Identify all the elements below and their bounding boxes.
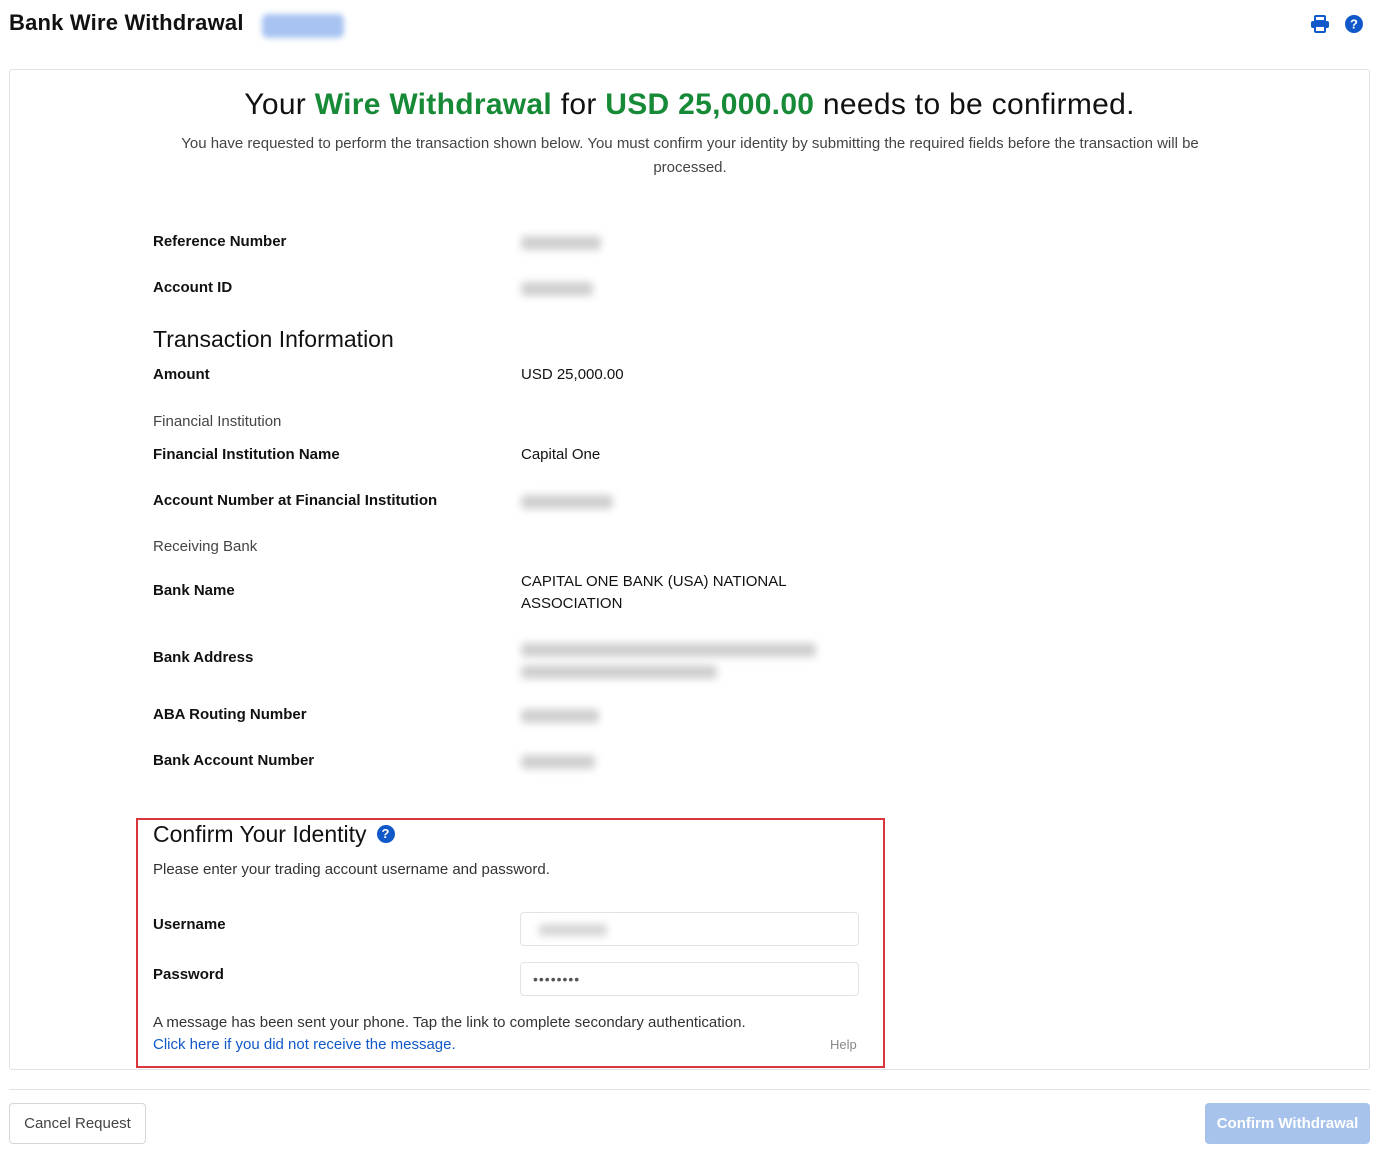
bank-address-value-line1 xyxy=(521,643,816,657)
withdrawal-amount: USD 25,000.00 xyxy=(605,88,815,121)
aba-routing-label: ABA Routing Number xyxy=(153,706,307,723)
transaction-info-title: Transaction Information xyxy=(153,326,394,352)
fi-account-value xyxy=(521,495,613,509)
question-circle-icon[interactable]: ? xyxy=(1343,13,1365,35)
password-label: Password xyxy=(153,966,224,983)
reference-number-label: Reference Number xyxy=(153,233,287,250)
bank-address-label: Bank Address xyxy=(153,649,254,666)
status-badge xyxy=(262,14,344,38)
confirm-identity-title: Confirm Your Identity? xyxy=(153,821,395,848)
bank-address-value-line2 xyxy=(521,665,717,679)
password-input[interactable]: •••••••• xyxy=(520,962,859,996)
fi-name-label: Financial Institution Name xyxy=(153,446,340,463)
identity-instructions: Please enter your trading account userna… xyxy=(153,861,550,878)
receiving-bank-heading: Receiving Bank xyxy=(153,538,258,555)
confirmation-headline: Your Wire Withdrawal for USD 25,000.00 n… xyxy=(244,88,1135,121)
amount-value: USD 25,000.00 xyxy=(521,366,624,383)
svg-text:?: ? xyxy=(1350,17,1358,32)
header-actions: ? xyxy=(1309,13,1365,35)
username-input[interactable] xyxy=(520,912,859,946)
reference-number-value xyxy=(521,236,601,250)
footer-divider xyxy=(9,1089,1370,1090)
fi-name-value: Capital One xyxy=(521,446,601,463)
identity-help-icon[interactable]: ? xyxy=(376,824,395,843)
bank-name-value: CAPITAL ONE BANK (USA) NATIONAL ASSOCIATI… xyxy=(521,573,787,612)
amount-label: Amount xyxy=(153,366,210,383)
account-id-label: Account ID xyxy=(153,279,233,296)
bank-account-label: Bank Account Number xyxy=(153,752,315,769)
confirmation-description: You have requested to perform the transa… xyxy=(181,135,1199,176)
username-label: Username xyxy=(153,916,226,933)
resend-message-link[interactable]: Click here if you did not receive the me… xyxy=(153,1036,456,1053)
cancel-request-button[interactable]: Cancel Request xyxy=(9,1103,146,1144)
bank-account-value xyxy=(521,755,595,769)
account-id-value xyxy=(521,282,593,296)
top-bar: Bank Wire Withdrawal ? xyxy=(0,0,1375,52)
aba-routing-value xyxy=(521,709,599,723)
printer-icon[interactable] xyxy=(1309,13,1331,35)
withdrawal-card: Your Wire Withdrawal for USD 25,000.00 n… xyxy=(9,69,1370,1070)
username-value xyxy=(539,924,607,936)
help-link[interactable]: Help xyxy=(830,1037,857,1052)
secondary-auth-message: A message has been sent your phone. Tap … xyxy=(153,1014,746,1031)
bank-name-label: Bank Name xyxy=(153,582,235,599)
withdrawal-type: Wire Withdrawal xyxy=(314,88,553,121)
page-title: Bank Wire Withdrawal xyxy=(9,10,244,35)
confirm-withdrawal-button[interactable]: Confirm Withdrawal xyxy=(1205,1103,1370,1144)
fi-account-label: Account Number at Financial Institution xyxy=(153,492,438,509)
financial-institution-heading: Financial Institution xyxy=(153,413,282,430)
